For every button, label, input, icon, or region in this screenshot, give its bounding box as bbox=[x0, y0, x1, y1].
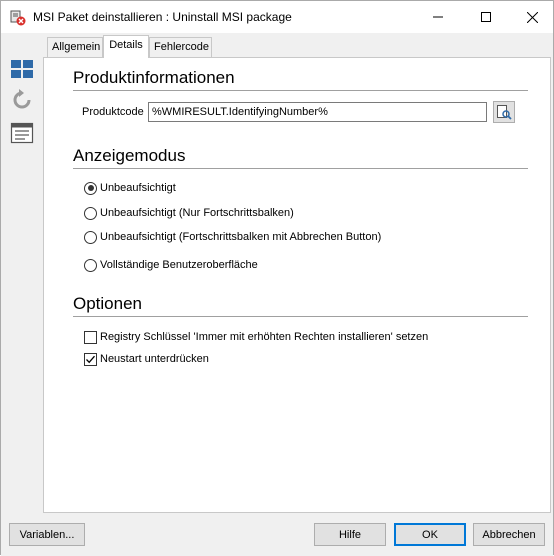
checkbox-registry-elevated[interactable]: Registry Schlüssel 'Immer mit erhöhten R… bbox=[84, 329, 428, 345]
display-mode-heading: Anzeigemodus bbox=[73, 146, 186, 165]
product-code-input[interactable] bbox=[148, 102, 487, 122]
maximize-button[interactable] bbox=[463, 1, 509, 33]
radio-unattended[interactable]: Unbeaufsichtigt bbox=[84, 180, 176, 196]
variables-button[interactable]: Variablen... bbox=[9, 523, 85, 546]
maximize-icon bbox=[481, 12, 491, 22]
checkmark-icon bbox=[86, 355, 95, 363]
button-bar: Variablen... Hilfe OK Abbrechen bbox=[1, 513, 553, 556]
radio-label: Unbeaufsichtigt bbox=[100, 182, 176, 194]
checkbox[interactable] bbox=[84, 352, 97, 366]
radio-unattended-progress-only[interactable]: Unbeaufsichtigt (Nur Fortschrittsbalken) bbox=[84, 205, 294, 221]
options-heading: Optionen bbox=[73, 294, 142, 313]
window-title: MSI Paket deinstallieren : Uninstall MSI… bbox=[33, 10, 292, 24]
product-info-divider bbox=[73, 90, 528, 91]
cancel-button[interactable]: Abbrechen bbox=[473, 523, 545, 546]
sidebar bbox=[1, 33, 41, 513]
refresh-icon[interactable] bbox=[10, 88, 34, 112]
list-icon[interactable] bbox=[10, 121, 34, 145]
minimize-button[interactable] bbox=[415, 1, 461, 33]
ok-button[interactable]: OK bbox=[394, 523, 466, 546]
checkbox-label: Neustart unterdrücken bbox=[100, 353, 209, 365]
checkbox-suppress-restart[interactable]: Neustart unterdrücken bbox=[84, 351, 209, 367]
radio-unattended-progress-cancel[interactable]: Unbeaufsichtigt (Fortschrittsbalken mit … bbox=[84, 229, 381, 245]
help-button[interactable]: Hilfe bbox=[314, 523, 386, 546]
radio-button[interactable] bbox=[84, 230, 97, 244]
title-bar[interactable]: MSI Paket deinstallieren : Uninstall MSI… bbox=[1, 1, 553, 33]
options-divider bbox=[73, 316, 528, 317]
checkbox-label: Registry Schlüssel 'Immer mit erhöhten R… bbox=[100, 331, 429, 343]
tab-details[interactable]: Details bbox=[103, 35, 149, 58]
browse-product-code-button[interactable] bbox=[493, 101, 515, 123]
minimize-icon bbox=[433, 16, 443, 18]
radio-full-ui[interactable]: Vollständige Benutzeroberfläche bbox=[84, 257, 258, 273]
radio-label: Unbeaufsichtigt (Fortschrittsbalken mit … bbox=[100, 231, 382, 243]
uninstall-package-icon bbox=[10, 10, 26, 26]
tab-allgemein[interactable]: Allgemein bbox=[47, 37, 103, 57]
radio-button[interactable] bbox=[84, 206, 97, 220]
details-panel: Produktinformationen Produktcode Anzeige… bbox=[43, 57, 551, 513]
radio-button[interactable] bbox=[84, 181, 97, 195]
grid-icon[interactable] bbox=[10, 57, 34, 81]
tab-fehlercode[interactable]: Fehlercode bbox=[149, 37, 212, 57]
checkbox[interactable] bbox=[84, 330, 97, 344]
display-mode-divider bbox=[73, 168, 528, 169]
dialog-window: MSI Paket deinstallieren : Uninstall MSI… bbox=[0, 0, 554, 556]
close-button[interactable] bbox=[509, 1, 554, 33]
radio-label: Unbeaufsichtigt (Nur Fortschrittsbalken) bbox=[100, 207, 294, 219]
product-info-heading: Produktinformationen bbox=[73, 68, 235, 87]
close-icon bbox=[526, 11, 538, 23]
radio-label: Vollständige Benutzeroberfläche bbox=[100, 259, 258, 271]
search-document-icon bbox=[497, 105, 512, 120]
product-code-label: Produktcode bbox=[82, 106, 144, 118]
radio-button[interactable] bbox=[84, 258, 97, 272]
